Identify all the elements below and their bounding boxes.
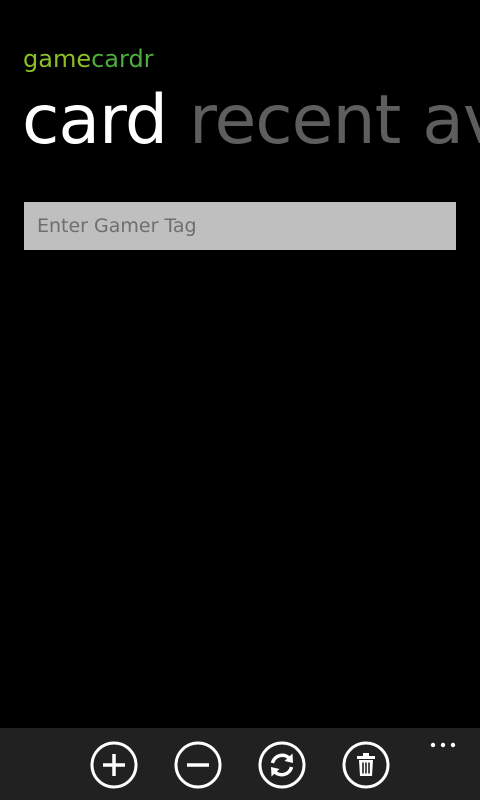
remove-button[interactable]	[174, 741, 222, 789]
pivot-tab-card[interactable]: card	[22, 78, 168, 164]
more-options-button[interactable]	[430, 736, 456, 748]
more-icon	[430, 742, 456, 748]
add-icon	[90, 741, 138, 789]
remove-icon	[174, 741, 222, 789]
app-title-part-game: game	[23, 45, 92, 73]
pivot-tab-avatar[interactable]: ava	[422, 78, 480, 164]
refresh-button[interactable]	[258, 741, 306, 789]
delete-button[interactable]	[342, 741, 390, 789]
add-button[interactable]	[90, 741, 138, 789]
app-title: gamecardr	[23, 44, 154, 74]
delete-icon	[342, 741, 390, 789]
pivot-headers: cardrecent ava	[22, 78, 480, 164]
refresh-icon	[258, 741, 306, 789]
gamertag-input[interactable]	[24, 202, 456, 250]
app-title-part-cardr: cardr	[91, 45, 154, 73]
app-bar	[0, 728, 480, 800]
pivot-tab-recent[interactable]: recent	[189, 78, 401, 164]
